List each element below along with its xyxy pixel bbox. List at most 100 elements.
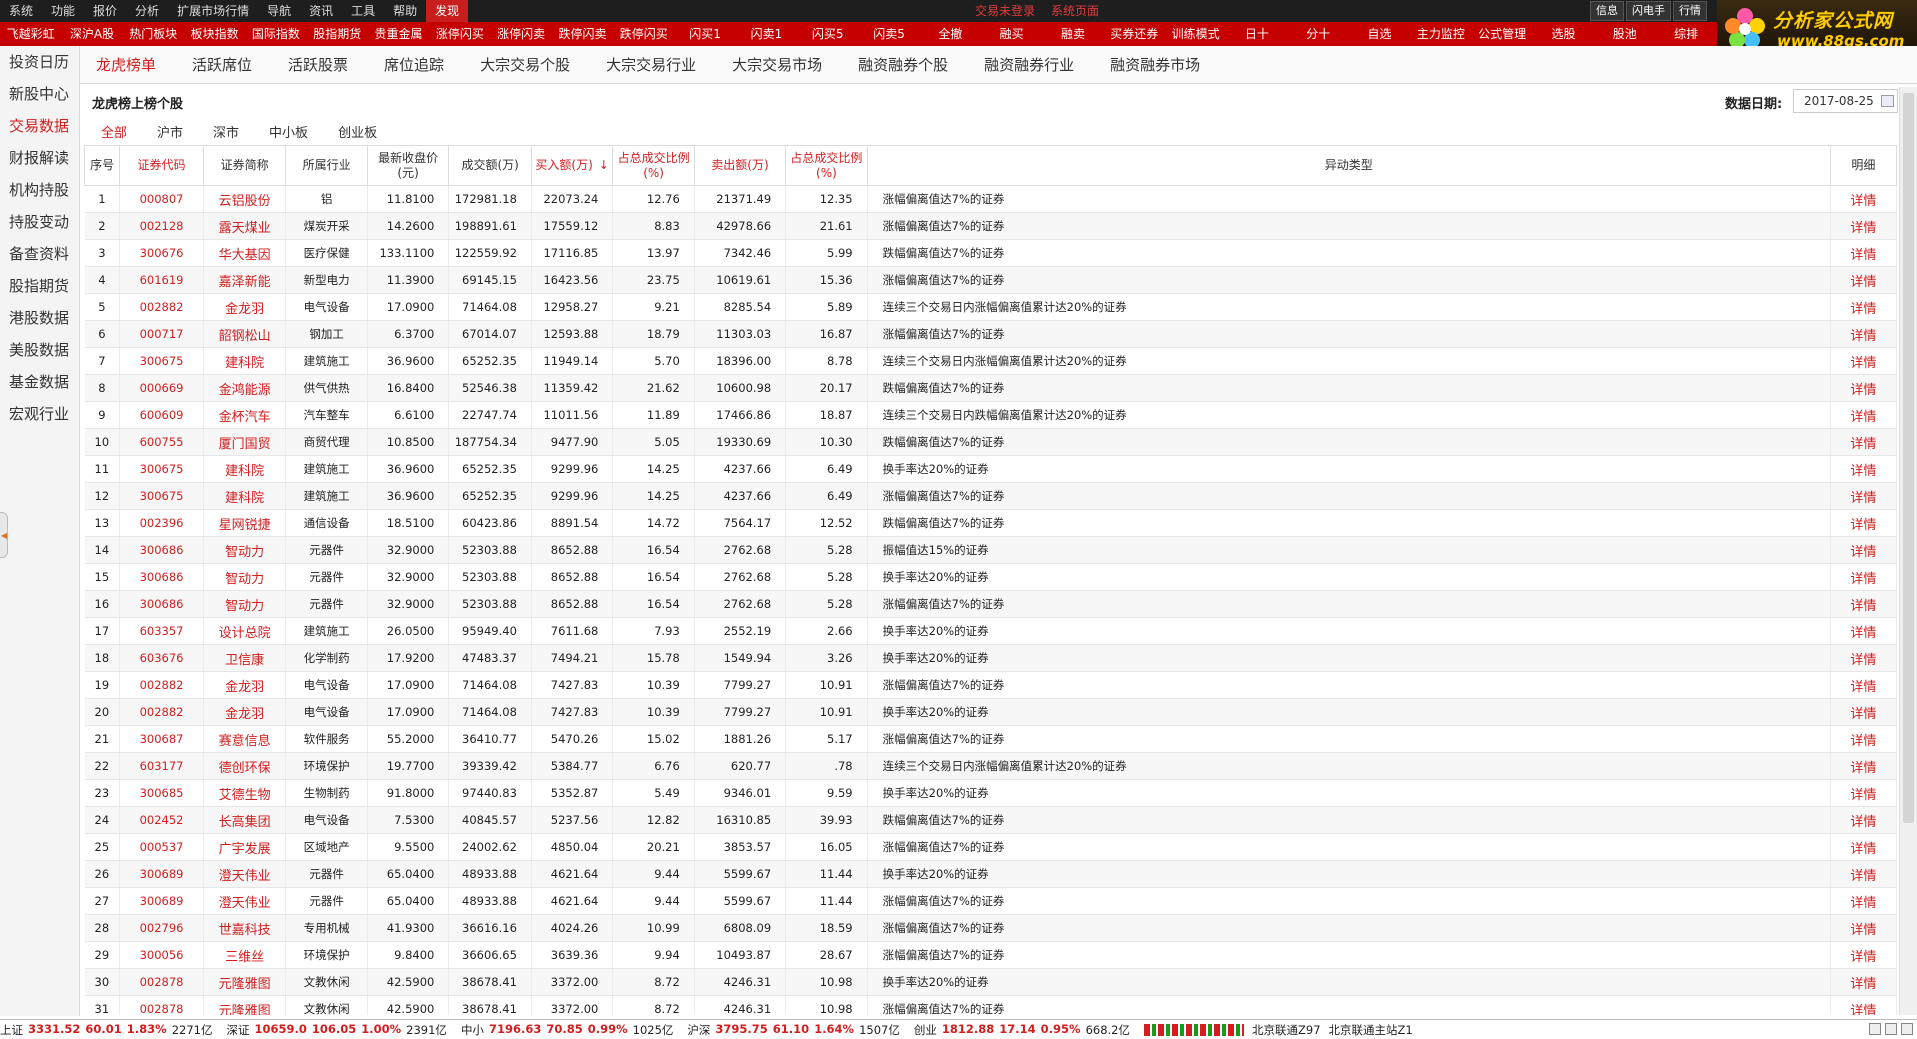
column-header[interactable]: 异动类型 (866, 145, 1831, 186)
func-item[interactable]: 自选 (1349, 22, 1410, 46)
detail-link[interactable]: 详情 (1830, 266, 1897, 294)
detail-link[interactable]: 详情 (1830, 401, 1897, 429)
column-header[interactable]: 成交额(万) (448, 145, 532, 186)
subtab[interactable]: 大宗交易市场 (732, 54, 822, 75)
table-row[interactable]: 24 002452 长高集团 电气设备 7.5300 40845.57 5237.56 12.… (84, 806, 1897, 834)
table-row[interactable]: 25 000537 广宇发展 区域地产 9.5500 24002.62 4850.04 20.… (84, 833, 1897, 861)
stock-name[interactable]: 智动力 (203, 590, 287, 618)
stock-name[interactable]: 长高集团 (203, 806, 287, 834)
stock-name[interactable]: 嘉泽新能 (203, 266, 287, 294)
stock-code[interactable]: 002882 (119, 671, 204, 699)
sidebar-item[interactable]: 港股数据 (0, 302, 79, 334)
stock-code[interactable]: 300689 (119, 887, 204, 915)
table-row[interactable]: 28 002796 世嘉科技 专用机械 41.9300 36616.16 4024.26 10… (84, 914, 1897, 942)
stock-code[interactable]: 000669 (119, 374, 204, 402)
stock-name[interactable]: 德创环保 (203, 752, 287, 780)
sidebar-item[interactable]: 持股变动 (0, 206, 79, 238)
menu-item[interactable]: 分析 (126, 0, 168, 22)
calendar-icon[interactable] (1881, 95, 1894, 107)
func-item[interactable]: 热门板块 (123, 22, 184, 46)
detail-link[interactable]: 详情 (1830, 293, 1897, 321)
market-tab[interactable]: 深市 (213, 122, 239, 141)
func-item[interactable]: 公式管理 (1472, 22, 1533, 46)
stock-name[interactable]: 建科院 (203, 347, 287, 375)
detail-link[interactable]: 详情 (1830, 185, 1897, 213)
column-header[interactable]: 所属行业 (285, 145, 368, 186)
subtab[interactable]: 大宗交易行业 (606, 54, 696, 75)
func-item[interactable]: 融买 (981, 22, 1042, 46)
func-item[interactable]: 飞越彩虹 (0, 22, 61, 46)
table-row[interactable]: 11 300675 建科院 建筑施工 36.9600 65252.35 9299.96 14.… (84, 455, 1897, 483)
stock-name[interactable]: 建科院 (203, 482, 287, 510)
table-row[interactable]: 8 000669 金鸿能源 供气供热 16.8400 52546.38 11359.42 21… (84, 374, 1897, 402)
column-header[interactable]: 最新收盘价(元) (366, 145, 450, 186)
stock-code[interactable]: 600755 (119, 428, 204, 456)
index-ticker[interactable]: 中小 7196.63 70.85 0.99% 1025亿 (461, 1022, 673, 1038)
stock-name[interactable]: 广宇发展 (203, 833, 287, 861)
system-page-link[interactable]: 系统页面 (1051, 0, 1099, 22)
func-item[interactable]: 选股 (1533, 22, 1594, 46)
market-tab[interactable]: 创业板 (338, 122, 377, 141)
column-header[interactable]: 明细 (1829, 145, 1897, 186)
column-header[interactable]: 证券简称 (202, 145, 287, 186)
stock-name[interactable]: 澄天伟业 (203, 887, 287, 915)
stock-name[interactable]: 赛意信息 (203, 725, 287, 753)
detail-link[interactable]: 详情 (1830, 617, 1897, 645)
func-item[interactable]: 贵重金属 (368, 22, 429, 46)
stock-code[interactable]: 002452 (119, 806, 204, 834)
table-row[interactable]: 3 300676 华大基因 医疗保健 133.1100 122559.92 17116.85… (84, 239, 1897, 267)
stock-code[interactable]: 603177 (119, 752, 204, 780)
detail-link[interactable]: 详情 (1830, 644, 1897, 672)
subtab[interactable]: 席位追踪 (384, 54, 444, 75)
stock-code[interactable]: 601619 (119, 266, 204, 294)
detail-link[interactable]: 详情 (1830, 860, 1897, 888)
table-row[interactable]: 22 603177 德创环保 环境保护 19.7700 39339.42 5384.77 6.… (84, 752, 1897, 780)
table-row[interactable]: 4 601619 嘉泽新能 新型电力 11.3900 69145.15 16423.56 23… (84, 266, 1897, 294)
sidebar-item[interactable]: 机构持股 (0, 174, 79, 206)
index-ticker[interactable]: 深证 10659.0 106.05 1.00% 2391亿 (226, 1022, 446, 1038)
table-row[interactable]: 31 002878 元隆雅图 文教休闲 42.5900 38678.41 3372.00 8.… (84, 995, 1897, 1015)
detail-link[interactable]: 详情 (1830, 779, 1897, 807)
stock-name[interactable]: 星网锐捷 (203, 509, 287, 537)
stock-name[interactable]: 厦门国贸 (203, 428, 287, 456)
sidebar-item[interactable]: 基金数据 (0, 366, 79, 398)
detail-link[interactable]: 详情 (1830, 455, 1897, 483)
stock-name[interactable]: 华大基因 (203, 239, 287, 267)
detail-link[interactable]: 详情 (1830, 536, 1897, 564)
detail-link[interactable]: 详情 (1830, 833, 1897, 861)
table-row[interactable]: 19 002882 金龙羽 电气设备 17.0900 71464.08 7427.83 10.… (84, 671, 1897, 699)
menu-item[interactable]: 系统 (0, 0, 42, 22)
table-row[interactable]: 14 300686 智动力 元器件 32.9000 52303.88 8652.88 16.5… (84, 536, 1897, 564)
func-item[interactable]: 主力监控 (1410, 22, 1471, 46)
menu-item[interactable]: 工具 (342, 0, 384, 22)
market-tab[interactable]: 全部 (101, 122, 127, 141)
stock-code[interactable]: 600609 (119, 401, 204, 429)
detail-link[interactable]: 详情 (1830, 806, 1897, 834)
sidebar-item[interactable]: 投资日历 (0, 46, 79, 78)
detail-link[interactable]: 详情 (1830, 428, 1897, 456)
stock-name[interactable]: 元隆雅图 (203, 968, 287, 996)
market-tab[interactable]: 沪市 (157, 122, 183, 141)
func-item[interactable]: 跌停闪卖 (552, 22, 613, 46)
table-row[interactable]: 17 603357 设计总院 建筑施工 26.0500 95949.40 7611.68 7.… (84, 617, 1897, 645)
stock-name[interactable]: 金鸿能源 (203, 374, 287, 402)
flash-hand-tab[interactable]: 闪电手 (1626, 1, 1671, 21)
stock-code[interactable]: 300676 (119, 239, 204, 267)
column-header[interactable]: 卖出额(万) (693, 145, 787, 186)
stock-code[interactable]: 300675 (119, 347, 204, 375)
info-tab[interactable]: 信息 (1590, 1, 1624, 21)
stock-code[interactable]: 300686 (119, 536, 204, 564)
detail-link[interactable]: 详情 (1830, 482, 1897, 510)
vertical-scrollbar[interactable] (1899, 87, 1917, 1015)
func-item[interactable]: 深沪A股 (61, 22, 122, 46)
stock-code[interactable]: 300675 (119, 455, 204, 483)
tray-icon[interactable] (1869, 1023, 1881, 1035)
sidebar-item[interactable]: 财报解读 (0, 142, 79, 174)
detail-link[interactable]: 详情 (1830, 671, 1897, 699)
stock-code[interactable]: 002882 (119, 698, 204, 726)
detail-link[interactable]: 详情 (1830, 968, 1897, 996)
sort-desc-icon[interactable]: ↓ (599, 158, 609, 172)
column-header[interactable]: 序号 (84, 145, 121, 186)
table-row[interactable]: 7 300675 建科院 建筑施工 36.9600 65252.35 11949.14 5.7… (84, 347, 1897, 375)
detail-link[interactable]: 详情 (1830, 563, 1897, 591)
